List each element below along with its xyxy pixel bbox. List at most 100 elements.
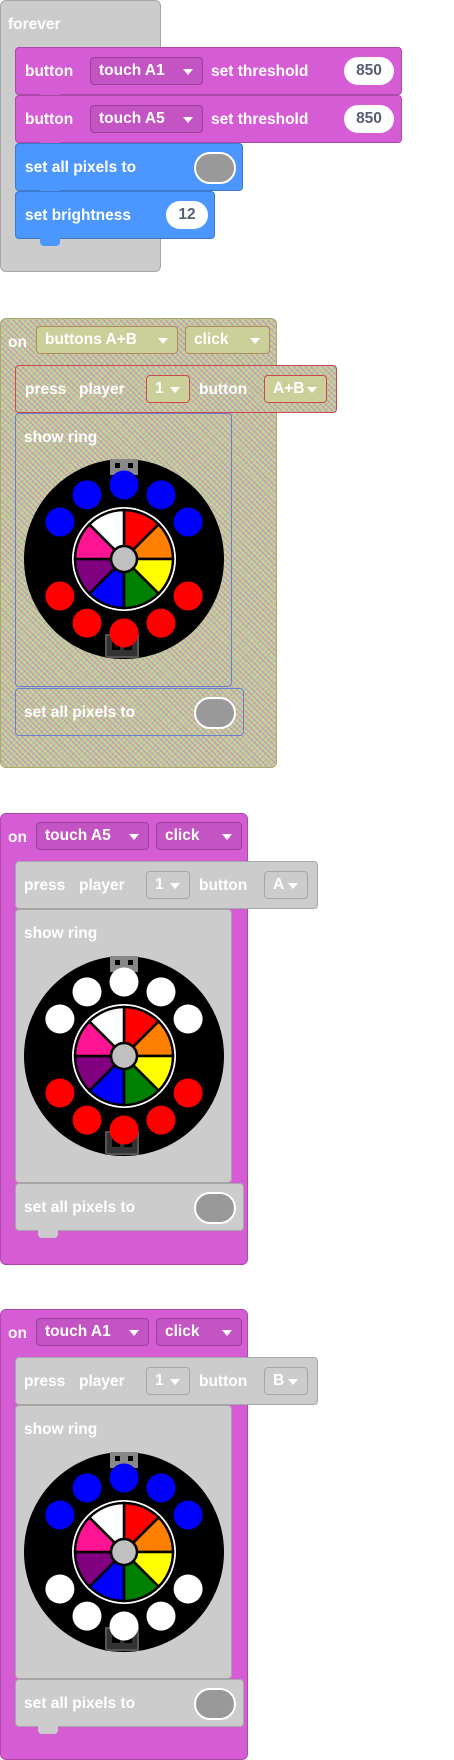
trigger-dropdown[interactable]: touch A5 — [36, 822, 149, 850]
chevron-down-icon — [183, 69, 193, 75]
set-all-pixels-block[interactable]: set all pixels to — [15, 1679, 244, 1727]
color-wheel-center[interactable] — [109, 1041, 139, 1071]
player-dropdown[interactable]: 1 — [146, 375, 190, 403]
player-value: 1 — [155, 1372, 164, 1389]
set-all-pixels-label: set all pixels to — [25, 159, 137, 176]
button-label: button — [199, 381, 248, 398]
chevron-down-icon — [129, 834, 139, 840]
led-pixel[interactable] — [45, 1004, 75, 1034]
set-threshold-block-2[interactable]: button touch A5 set threshold 850 — [15, 95, 402, 143]
player-dropdown[interactable]: 1 — [146, 1367, 190, 1395]
led-pixel[interactable] — [173, 1574, 203, 1604]
action-value: click — [165, 827, 200, 844]
color-swatch[interactable] — [194, 697, 236, 729]
led-pixel[interactable] — [109, 1463, 139, 1493]
led-pixel[interactable] — [109, 1115, 139, 1145]
led-pixel[interactable] — [72, 480, 102, 510]
led-pixel[interactable] — [45, 1500, 75, 1530]
connector-notch — [38, 1230, 58, 1238]
set-all-pixels-label: set all pixels to — [24, 1199, 136, 1216]
button-value: A+B — [273, 380, 305, 397]
led-ring[interactable] — [22, 954, 226, 1158]
led-pixel[interactable] — [45, 581, 75, 611]
led-pixel[interactable] — [146, 1473, 176, 1503]
player-label: player — [79, 381, 125, 398]
led-pixel[interactable] — [72, 608, 102, 638]
show-ring-label: show ring — [24, 1421, 98, 1438]
led-pixel[interactable] — [72, 1473, 102, 1503]
button-dropdown[interactable]: B — [264, 1367, 308, 1395]
action-dropdown[interactable]: click — [156, 822, 242, 850]
led-pixel[interactable] — [146, 1601, 176, 1631]
connector-notch — [38, 1726, 58, 1734]
set-all-pixels-label: set all pixels to — [24, 1695, 136, 1712]
circuit-playground-board — [24, 1452, 224, 1652]
led-pixel[interactable] — [173, 507, 203, 537]
led-pixel[interactable] — [72, 977, 102, 1007]
action-value: click — [165, 1323, 200, 1340]
set-all-pixels-block[interactable]: set all pixels to — [15, 143, 243, 191]
led-pixel[interactable] — [72, 1105, 102, 1135]
forever-label: forever — [8, 16, 61, 33]
set-threshold-label: set threshold — [211, 111, 309, 128]
button-value: A — [273, 876, 285, 893]
led-pixel[interactable] — [109, 470, 139, 500]
action-dropdown[interactable]: click — [156, 1318, 242, 1346]
press-player-block[interactable]: press player 1 button A — [15, 861, 318, 909]
press-label: press — [24, 1373, 66, 1390]
led-pixel[interactable] — [109, 967, 139, 997]
on-label: on — [8, 1325, 27, 1342]
set-all-pixels-label: set all pixels to — [24, 704, 136, 721]
player-value: 1 — [155, 380, 164, 397]
set-all-pixels-block[interactable]: set all pixels to — [15, 1183, 244, 1231]
led-pixel[interactable] — [173, 1078, 203, 1108]
touch-pin-dropdown[interactable]: touch A1 — [90, 57, 203, 85]
threshold-input[interactable]: 850 — [344, 105, 394, 133]
chevron-down-icon — [170, 883, 180, 889]
led-pixel[interactable] — [109, 618, 139, 648]
led-pixel[interactable] — [173, 1004, 203, 1034]
led-pixel[interactable] — [146, 480, 176, 510]
led-pixel[interactable] — [146, 977, 176, 1007]
led-pixel[interactable] — [173, 581, 203, 611]
trigger-dropdown[interactable]: touch A1 — [36, 1318, 149, 1346]
trigger-dropdown[interactable]: buttons A+B — [36, 326, 178, 354]
on-label: on — [8, 334, 27, 351]
led-ring[interactable] — [22, 1450, 226, 1654]
threshold-input[interactable]: 850 — [344, 57, 394, 85]
led-pixel[interactable] — [45, 1574, 75, 1604]
button-dropdown[interactable]: A — [264, 871, 308, 899]
led-pixel[interactable] — [109, 1611, 139, 1641]
player-label: player — [79, 1373, 125, 1390]
led-pixel[interactable] — [72, 1601, 102, 1631]
button-label: button — [199, 1373, 248, 1390]
button-value: B — [273, 1372, 285, 1389]
press-player-block[interactable]: press player 1 button B — [15, 1357, 318, 1405]
led-ring[interactable] — [22, 457, 226, 661]
color-swatch[interactable] — [194, 152, 236, 184]
set-all-pixels-block[interactable]: set all pixels to — [15, 688, 244, 736]
press-player-block[interactable]: press player 1 button A+B — [15, 365, 337, 413]
action-value: click — [194, 331, 229, 348]
action-dropdown[interactable]: click — [185, 326, 270, 354]
color-wheel-center[interactable] — [109, 544, 139, 574]
set-threshold-label: set threshold — [211, 63, 309, 80]
player-value: 1 — [155, 876, 164, 893]
touch-pin-dropdown[interactable]: touch A5 — [90, 105, 203, 133]
set-brightness-block[interactable]: set brightness 12 — [15, 191, 215, 239]
color-swatch[interactable] — [194, 1688, 236, 1720]
led-pixel[interactable] — [45, 507, 75, 537]
brightness-input[interactable]: 12 — [166, 201, 208, 229]
led-pixel[interactable] — [146, 608, 176, 638]
trigger-value: buttons A+B — [45, 331, 137, 348]
color-wheel-center[interactable] — [109, 1537, 139, 1567]
player-dropdown[interactable]: 1 — [146, 871, 190, 899]
led-pixel[interactable] — [45, 1078, 75, 1108]
led-pixel[interactable] — [173, 1500, 203, 1530]
led-pixel[interactable] — [146, 1105, 176, 1135]
press-label: press — [24, 877, 66, 894]
button-dropdown[interactable]: A+B — [264, 375, 327, 403]
set-threshold-block-1[interactable]: button touch A1 set threshold 850 — [15, 47, 402, 95]
color-swatch[interactable] — [194, 1192, 236, 1224]
chevron-down-icon — [170, 387, 180, 393]
